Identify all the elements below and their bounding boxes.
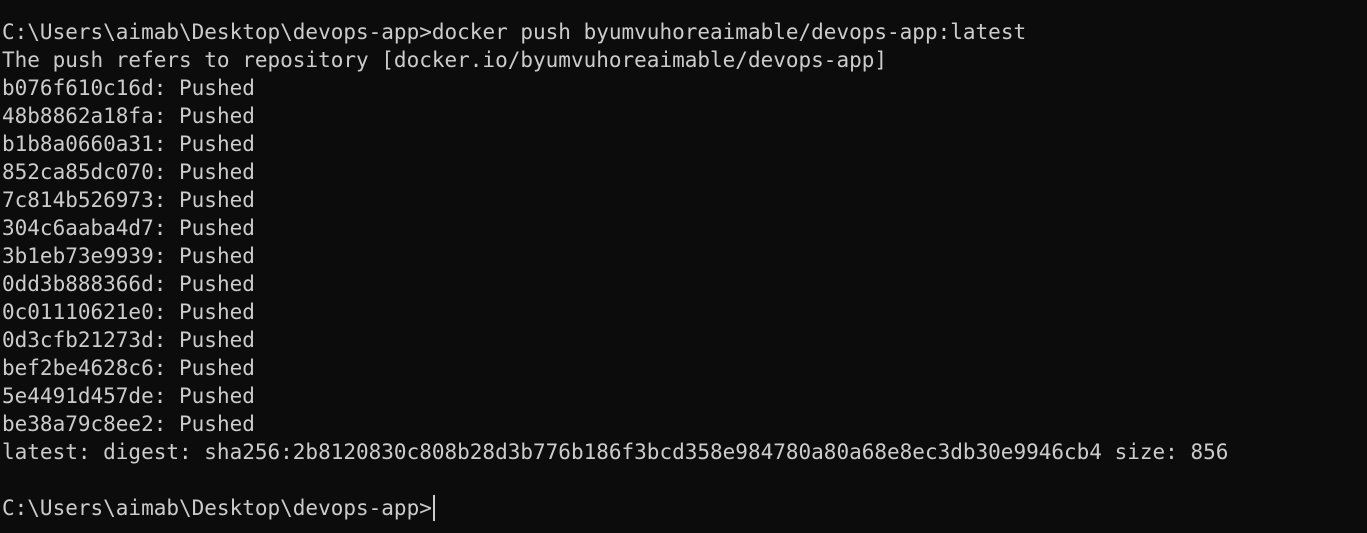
layer-line: 5e4491d457de: Pushed <box>2 382 1367 410</box>
layer-line: 3b1eb73e9939: Pushed <box>2 242 1367 270</box>
layer-status: Pushed <box>179 160 255 184</box>
layer-id: 5e4491d457de <box>2 384 154 408</box>
layer-line: be38a79c8ee2: Pushed <box>2 410 1367 438</box>
layer-separator: : <box>153 216 180 240</box>
layer-separator: : <box>153 244 180 268</box>
layer-status: Pushed <box>179 356 255 380</box>
command-text: docker push byumvuhoreaimable/devops-app… <box>431 20 1027 44</box>
layer-id: 7c814b526973 <box>2 188 154 212</box>
text-cursor <box>432 495 435 521</box>
layer-status: Pushed <box>179 300 255 324</box>
layer-separator: : <box>153 188 180 212</box>
digest-line: latest: digest: sha256:2b8120830c808b28d… <box>2 440 1229 464</box>
layer-id: 0dd3b888366d <box>2 272 154 296</box>
terminal-window[interactable]: C:\Users\aimab\Desktop\devops-app>docker… <box>0 0 1367 533</box>
layer-status: Pushed <box>179 216 255 240</box>
layer-separator: : <box>153 76 180 100</box>
layer-separator: : <box>153 160 180 184</box>
layer-status: Pushed <box>179 272 255 296</box>
layer-line: bef2be4628c6: Pushed <box>2 354 1367 382</box>
final-prompt-line[interactable]: C:\Users\aimab\Desktop\devops-app> <box>2 494 1367 522</box>
layer-status: Pushed <box>179 244 255 268</box>
layer-id: 0d3cfb21273d <box>2 328 154 352</box>
layer-line: 0d3cfb21273d: Pushed <box>2 326 1367 354</box>
layer-status: Pushed <box>179 328 255 352</box>
layer-status: Pushed <box>179 384 255 408</box>
layer-separator: : <box>153 300 180 324</box>
refers-line: The push refers to repository [docker.io… <box>2 48 888 72</box>
layer-separator: : <box>153 272 180 296</box>
layer-line: b1b8a0660a31: Pushed <box>2 130 1367 158</box>
layer-separator: : <box>153 132 180 156</box>
layer-id: be38a79c8ee2 <box>2 412 154 436</box>
layer-status: Pushed <box>179 412 255 436</box>
layer-separator: : <box>153 412 180 436</box>
layer-line: b076f610c16d: Pushed <box>2 74 1367 102</box>
layer-line: 304c6aaba4d7: Pushed <box>2 214 1367 242</box>
layer-separator: : <box>153 104 180 128</box>
layer-status: Pushed <box>179 132 255 156</box>
layer-status: Pushed <box>179 188 255 212</box>
layer-status: Pushed <box>179 104 255 128</box>
layer-separator: : <box>153 328 180 352</box>
layer-id: 852ca85dc070 <box>2 160 154 184</box>
prompt: C:\Users\aimab\Desktop\devops-app> <box>2 20 432 44</box>
layer-line: 0dd3b888366d: Pushed <box>2 270 1367 298</box>
layer-line: 0c01110621e0: Pushed <box>2 298 1367 326</box>
layer-line: 7c814b526973: Pushed <box>2 186 1367 214</box>
layer-id: bef2be4628c6 <box>2 356 154 380</box>
layer-id: 3b1eb73e9939 <box>2 244 154 268</box>
layer-id: b1b8a0660a31 <box>2 132 154 156</box>
layer-line: 852ca85dc070: Pushed <box>2 158 1367 186</box>
final-prompt: C:\Users\aimab\Desktop\devops-app> <box>2 496 432 520</box>
layer-separator: : <box>153 356 180 380</box>
layer-line: 48b8862a18fa: Pushed <box>2 102 1367 130</box>
layer-id: b076f610c16d <box>2 76 154 100</box>
layer-id: 0c01110621e0 <box>2 300 154 324</box>
command-line: C:\Users\aimab\Desktop\devops-app>docker… <box>2 18 1367 46</box>
layer-id: 304c6aaba4d7 <box>2 216 154 240</box>
layer-status: Pushed <box>179 76 255 100</box>
layer-separator: : <box>153 384 180 408</box>
layer-id: 48b8862a18fa <box>2 104 154 128</box>
